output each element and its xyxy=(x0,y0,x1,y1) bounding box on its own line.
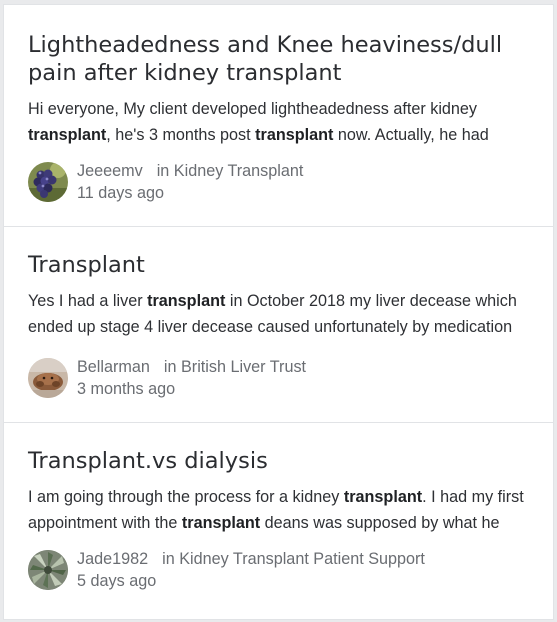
post-timestamp: 11 days ago xyxy=(77,184,164,202)
excerpt-line: appointment with the transplant deans wa… xyxy=(28,510,529,536)
post-excerpt[interactable]: I am going through the process for a kid… xyxy=(28,484,529,536)
post-excerpt[interactable]: Hi everyone, My client developed lighthe… xyxy=(28,96,529,148)
post-title[interactable]: Transplant xyxy=(28,251,529,279)
excerpt-line: transplant, he's 3 months post transplan… xyxy=(28,122,529,148)
post-meta: Bellarman in British Liver Trust 3 months… xyxy=(28,356,306,400)
post-meta: Jeeeemv in Kidney Transplant 11 days ago xyxy=(28,160,303,204)
excerpt-text: deans was supposed by what he xyxy=(260,514,500,532)
meta-text: Bellarman in British Liver Trust 3 months… xyxy=(77,356,306,400)
community-prefix: in xyxy=(163,358,177,376)
excerpt-line: I am going through the process for a kid… xyxy=(28,484,529,510)
post-timestamp: 5 days ago xyxy=(77,572,157,590)
community-prefix: in xyxy=(162,550,175,568)
post-card[interactable]: Transplant.vs dialysis I am going throug… xyxy=(4,423,553,619)
excerpt-text: in October 2018 my liver decease which xyxy=(225,292,517,310)
community-link[interactable]: British Liver Trust xyxy=(181,358,306,376)
grapes-avatar-icon[interactable] xyxy=(28,162,68,202)
post-card[interactable]: Lightheadedness and Knee heaviness/dull … xyxy=(4,5,553,227)
post-timestamp: 3 months ago xyxy=(77,380,176,398)
excerpt-text: Yes I had a liver xyxy=(28,292,148,310)
author-community-row: Jade1982 in Kidney Transplant Patient Sup… xyxy=(77,548,425,570)
highlighted-search-term: transplant xyxy=(147,292,226,310)
highlighted-search-term: transplant xyxy=(28,126,107,144)
author-community-row: Bellarman in British Liver Trust xyxy=(77,356,306,378)
post-card[interactable]: Transplant Yes I had a liver transplant … xyxy=(4,227,553,423)
post-meta: Jade1982 in Kidney Transplant Patient Sup… xyxy=(28,548,425,592)
excerpt-line: Yes I had a liver transplant in October … xyxy=(28,288,529,314)
excerpt-text: . I had my first xyxy=(422,488,524,506)
excerpt-text: Hi everyone, My client developed lighthe… xyxy=(28,100,478,118)
meta-text: Jade1982 in Kidney Transplant Patient Sup… xyxy=(77,548,425,592)
excerpt-text: appointment with the xyxy=(28,514,182,532)
excerpt-text: now. Actually, he had xyxy=(333,126,489,144)
highlighted-search-term: transplant xyxy=(181,514,261,532)
author-link[interactable]: Bellarman xyxy=(77,358,150,376)
post-title[interactable]: Lightheadedness and Knee heaviness/dull … xyxy=(28,31,529,87)
post-excerpt[interactable]: Yes I had a liver transplant in October … xyxy=(28,288,529,340)
animal-avatar-icon[interactable] xyxy=(28,358,68,398)
meta-text: Jeeeemv in Kidney Transplant 11 days ago xyxy=(77,160,303,204)
community-prefix: in xyxy=(156,162,170,180)
community-link[interactable]: Kidney Transplant xyxy=(174,162,304,180)
search-results-feed: Lightheadedness and Knee heaviness/dull … xyxy=(3,4,554,620)
post-title[interactable]: Transplant.vs dialysis xyxy=(28,447,529,475)
plant-avatar-icon[interactable] xyxy=(28,550,68,590)
highlighted-search-term: transplant xyxy=(343,488,423,506)
highlighted-search-term: transplant xyxy=(255,126,334,144)
excerpt-text: I am going through the process for a kid… xyxy=(28,488,344,506)
excerpt-line: Hi everyone, My client developed lighthe… xyxy=(28,96,529,122)
community-link[interactable]: Kidney Transplant Patient Support xyxy=(179,550,425,568)
author-link[interactable]: Jade1982 xyxy=(77,550,148,568)
author-link[interactable]: Jeeeemv xyxy=(77,162,143,180)
author-community-row: Jeeeemv in Kidney Transplant xyxy=(77,160,303,182)
excerpt-text: ended up stage 4 liver decease caused un… xyxy=(28,318,513,336)
excerpt-line: ended up stage 4 liver decease caused un… xyxy=(28,314,529,340)
excerpt-text: , he's 3 months post xyxy=(106,126,256,144)
